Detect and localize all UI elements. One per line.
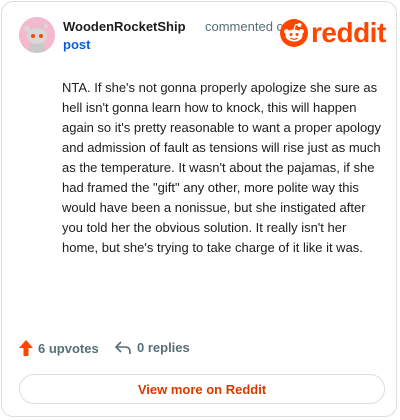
post-link[interactable]: post [63,37,90,52]
replies-button[interactable]: 0 replies [115,340,190,355]
upvote-count: 6 upvotes [38,340,99,356]
reply-count: 0 replies [137,340,190,355]
view-more-button[interactable]: View more on Reddit [19,374,385,404]
comment-author[interactable]: WoodenRocketShip [63,19,186,34]
comment-card: WoodenRocketShip commented on post reddi… [1,1,397,417]
comment-body: NTA. If she's not gonna properly apologi… [62,80,382,255]
snoo-avatar-icon [19,17,55,53]
avatar[interactable] [19,17,55,53]
reddit-wordmark: reddit [311,17,386,48]
upvote-button[interactable]: 6 upvotes [19,340,99,356]
reddit-logo[interactable]: reddit [280,19,386,47]
comment-action-text: commented on [205,19,291,34]
upvote-arrow-icon [19,340,33,356]
reddit-snoo-icon [280,19,308,47]
reply-arrow-icon [115,340,131,354]
